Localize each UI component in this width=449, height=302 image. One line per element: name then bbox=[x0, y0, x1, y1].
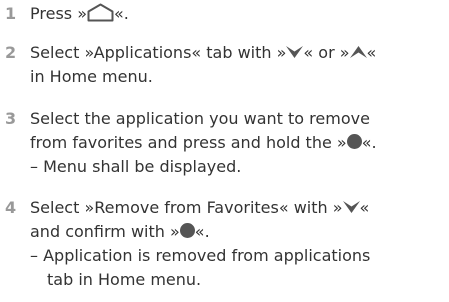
step-4-line-1: Select »Remove from Favorites« with » « bbox=[30, 196, 369, 220]
step-text: «. bbox=[194, 222, 210, 241]
step-4-line-2: and confirm with » «. bbox=[30, 220, 210, 244]
step-4-line-3: – Application is removed from applicatio… bbox=[30, 244, 370, 268]
step-text: – Application is removed from applicatio… bbox=[30, 246, 371, 265]
home-icon bbox=[87, 3, 114, 22]
step-text: – Menu shall be displayed. bbox=[30, 157, 242, 176]
step-3-line-3: – Menu shall be displayed. bbox=[30, 155, 241, 179]
step-text: Select »Remove from Favorites« with » bbox=[30, 198, 343, 217]
step-3-line-2: from favorites and press and hold the » «… bbox=[30, 131, 377, 155]
step-text: « bbox=[366, 43, 377, 62]
step-text: «. bbox=[361, 133, 377, 152]
step-text: in Home menu. bbox=[30, 67, 153, 86]
ok-button-icon bbox=[346, 134, 362, 149]
step-text: tab in Home menu. bbox=[47, 270, 202, 289]
step-number: 1 bbox=[5, 4, 17, 23]
step-2-line-2: in Home menu. bbox=[30, 65, 153, 89]
step-text: and confirm with » bbox=[30, 222, 180, 241]
step-number: 4 bbox=[5, 198, 17, 217]
step-4-line-4: tab in Home menu. bbox=[47, 268, 201, 292]
step-text: Select the application you want to remov… bbox=[30, 109, 370, 128]
step-text: « or » bbox=[303, 43, 350, 62]
down-arrow-icon bbox=[342, 200, 360, 213]
step-text: « bbox=[359, 198, 370, 217]
step-text: from favorites and press and hold the » bbox=[30, 133, 347, 152]
step-number: 2 bbox=[5, 43, 17, 62]
step-2-line-1: Select »Applications« tab with » « or » « bbox=[30, 41, 376, 65]
step-3-line-1: Select the application you want to remov… bbox=[30, 107, 370, 131]
down-arrow-icon bbox=[286, 45, 304, 58]
step-text: Press » bbox=[30, 4, 87, 23]
step-text: Select »Applications« tab with » bbox=[30, 43, 287, 62]
step-text: «. bbox=[113, 4, 129, 23]
up-arrow-icon bbox=[349, 45, 367, 58]
step-number: 3 bbox=[5, 109, 17, 128]
ok-button-icon bbox=[179, 223, 195, 238]
step-1-line-1: Press » «. bbox=[30, 2, 129, 26]
